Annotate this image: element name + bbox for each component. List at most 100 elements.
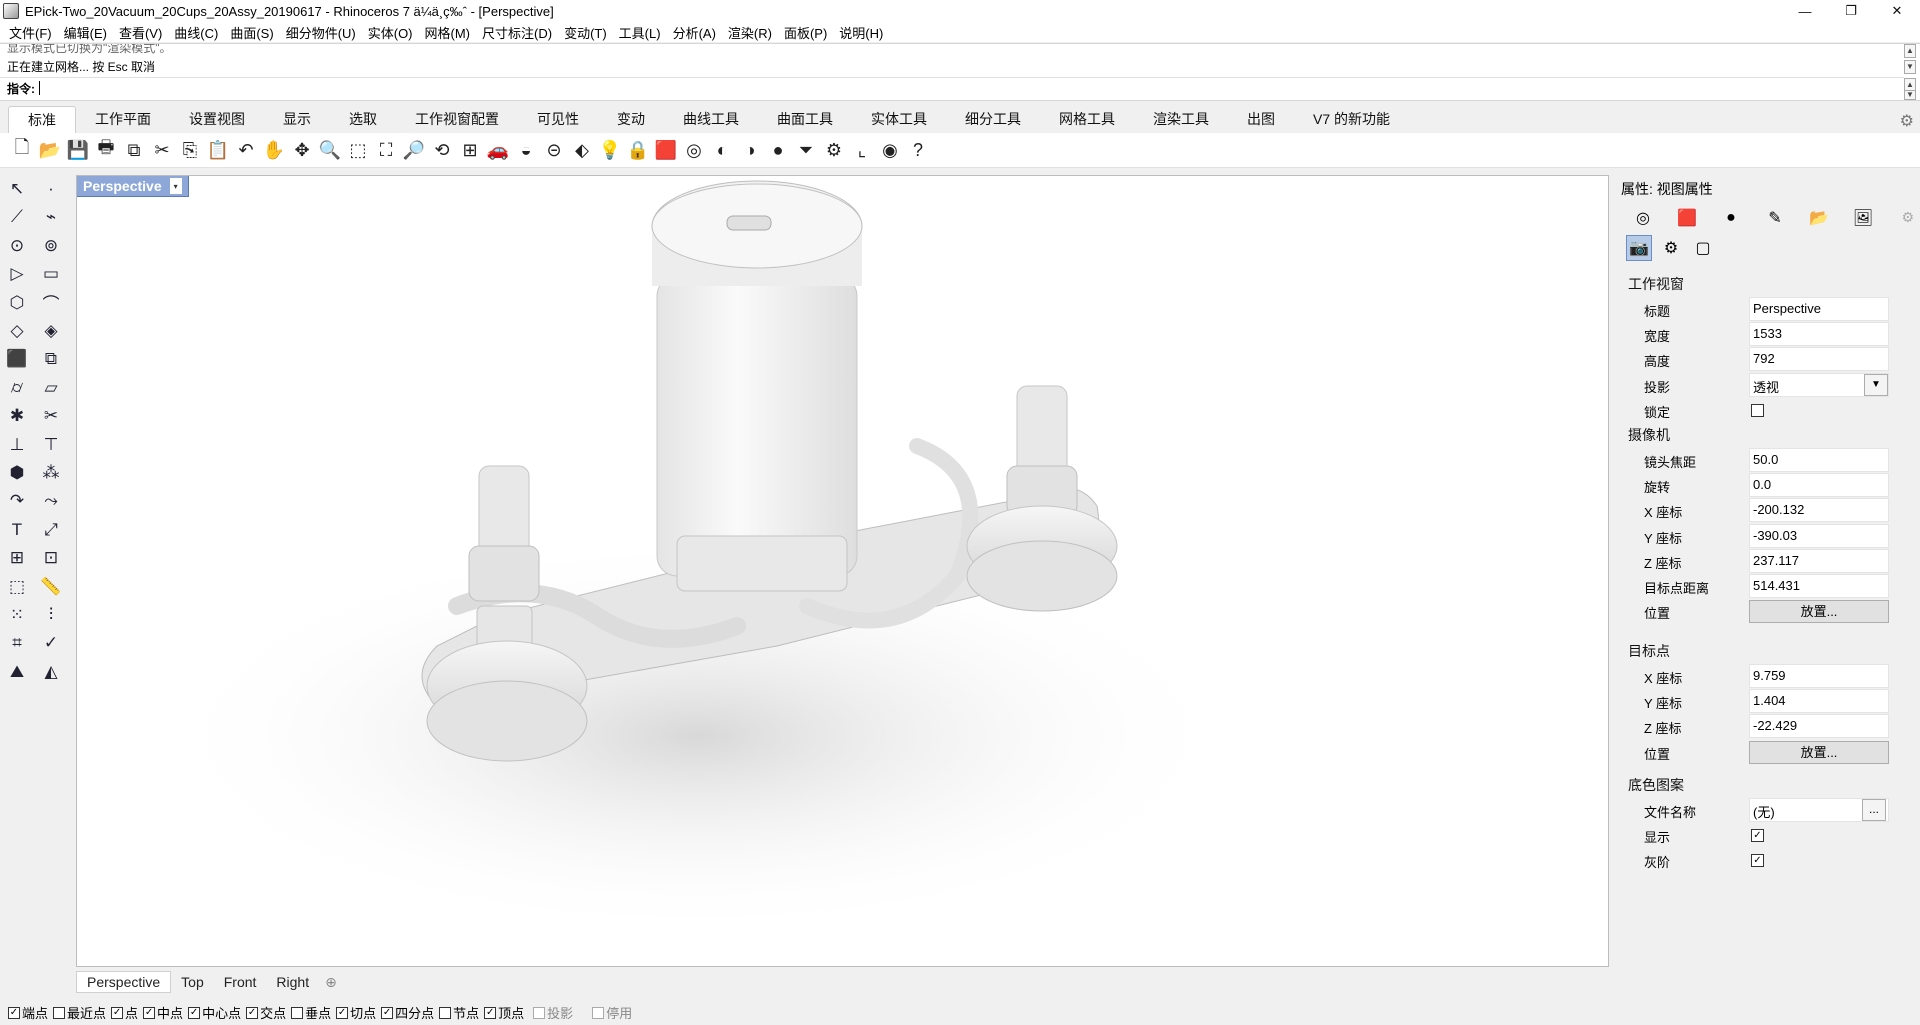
osnap-toggle[interactable]: 垂点 xyxy=(291,1003,331,1022)
explode-icon[interactable]: ✱ xyxy=(4,403,30,429)
material-icon[interactable]: ◐ xyxy=(708,136,736,164)
property-value[interactable]: 792 xyxy=(1749,347,1889,372)
osnap-toggle[interactable]: 最近点 xyxy=(53,1003,106,1022)
color-icon[interactable]: ◎ xyxy=(680,136,708,164)
options-icon[interactable]: ⚙ xyxy=(820,136,848,164)
viewport-tab[interactable]: Front xyxy=(214,972,267,992)
toolbar-tab[interactable]: 标准 xyxy=(8,106,76,133)
zoom-selected-icon[interactable]: 🔎 xyxy=(400,136,428,164)
dropdown-arrow-icon[interactable]: ▼ xyxy=(1864,373,1888,396)
osnap-toggle[interactable]: ✓ 交点 xyxy=(246,1003,286,1022)
menu-item[interactable]: 分析(A) xyxy=(667,23,722,42)
toolbar-tab[interactable]: 工作平面 xyxy=(76,106,170,133)
command-input[interactable] xyxy=(39,81,40,95)
menu-item[interactable]: 说明(H) xyxy=(833,23,889,42)
menu-item[interactable]: 变动(T) xyxy=(558,23,613,42)
undo-view-icon[interactable]: ⟲ xyxy=(428,136,456,164)
copy-icon[interactable]: ⎘ xyxy=(176,136,204,164)
sphere-icon[interactable]: ● xyxy=(764,136,792,164)
polyline-icon[interactable]: ⟋ xyxy=(4,204,30,230)
menu-item[interactable]: 实体(O) xyxy=(362,23,419,42)
menu-item[interactable]: 细分物件(U) xyxy=(280,23,362,42)
zoom-icon[interactable]: 🔍 xyxy=(316,136,344,164)
osnap-checkbox[interactable]: ✓ xyxy=(336,1006,349,1019)
property-value[interactable]: 0.0 xyxy=(1749,473,1889,498)
plane-icon[interactable]: ▱ xyxy=(38,375,64,401)
property-checkbox[interactable]: ✓ xyxy=(1751,854,1764,868)
layer-icon[interactable]: 🟥 xyxy=(652,136,680,164)
car-icon[interactable]: 🚗 xyxy=(484,136,512,164)
osnap-checkbox[interactable]: ✓ xyxy=(246,1006,259,1019)
select-arrow-icon[interactable]: ↖ xyxy=(4,176,30,202)
osnap-checkbox[interactable] xyxy=(53,1006,66,1019)
toolbar-tab[interactable]: 显示 xyxy=(264,106,330,133)
osnap-toggle[interactable]: ✓ 四分点 xyxy=(381,1003,434,1022)
osnap-checkbox[interactable] xyxy=(291,1006,304,1019)
perspective-viewport[interactable]: Perspective ▾ xyxy=(76,175,1609,967)
render-preview-icon[interactable]: ◑ xyxy=(736,136,764,164)
menu-item[interactable]: 渲染(R) xyxy=(722,23,778,42)
osnap-checkbox[interactable] xyxy=(439,1006,452,1019)
pan-icon[interactable]: ✋ xyxy=(260,136,288,164)
split-icon[interactable]: ⊥ xyxy=(4,432,30,458)
place-button[interactable]: 放置... xyxy=(1749,740,1889,764)
osnap-toggle[interactable]: 节点 xyxy=(439,1003,479,1022)
property-checkbox[interactable] xyxy=(1751,403,1764,417)
osnap-checkbox[interactable] xyxy=(592,1006,605,1019)
property-checkbox[interactable]: ✓ xyxy=(1751,829,1764,843)
toolbar-tab[interactable]: 设置视图 xyxy=(170,106,264,133)
trim-icon[interactable]: ✂ xyxy=(38,403,64,429)
property-value[interactable]: 1533 xyxy=(1749,322,1889,347)
property-value[interactable]: 9.759 xyxy=(1749,664,1889,688)
rotate-view-icon[interactable]: ✥ xyxy=(288,136,316,164)
view-props-icon[interactable]: 🖼 xyxy=(1850,205,1876,231)
history-scroll-up[interactable]: ▲ xyxy=(1904,44,1916,58)
grasshopper-icon[interactable]: ◉ xyxy=(876,136,904,164)
ellipse-icon[interactable]: ⊚ xyxy=(38,233,64,259)
open-icon[interactable]: 📂 xyxy=(36,136,64,164)
menu-item[interactable]: 文件(F) xyxy=(3,23,58,42)
paint-icon[interactable]: ◭ xyxy=(38,659,64,685)
zoom-extents-icon[interactable]: ⛶ xyxy=(372,136,400,164)
select-icon[interactable]: ⬖ xyxy=(568,136,596,164)
settings-icon[interactable]: ⚙ xyxy=(1658,235,1684,261)
minimize-button[interactable]: — xyxy=(1782,0,1828,22)
analyze-icon[interactable]: ⌗ xyxy=(4,630,30,656)
command-scroll-down[interactable]: ▼ xyxy=(1904,90,1916,100)
cylinder-icon[interactable]: ⌭ xyxy=(4,375,30,401)
osnap-checkbox[interactable]: ✓ xyxy=(111,1006,124,1019)
viewport-menu-icon[interactable]: ▾ xyxy=(169,178,182,194)
object-props-icon[interactable]: ✎ xyxy=(1762,205,1788,231)
viewport-tab[interactable]: Perspective xyxy=(76,971,172,993)
viewport-tab[interactable]: Right xyxy=(266,972,319,992)
camera-icon[interactable]: 📷 xyxy=(1626,235,1652,261)
osnap-toggle[interactable]: ✓ 中点 xyxy=(143,1003,183,1022)
help-icon[interactable]: ? xyxy=(904,136,932,164)
property-value[interactable]: Perspective xyxy=(1749,297,1889,321)
property-value[interactable]: 514.431 xyxy=(1749,574,1889,598)
close-button[interactable]: ✕ xyxy=(1874,0,1920,22)
viewport-frame-icon[interactable]: ▢ xyxy=(1690,235,1716,261)
property-value[interactable]: -390.03 xyxy=(1749,523,1889,548)
ruler-icon[interactable]: 📏 xyxy=(38,574,64,600)
surface-icon[interactable]: ◇ xyxy=(4,318,30,344)
folder-icon[interactable]: 📂 xyxy=(1806,205,1832,231)
save-icon[interactable]: 💾 xyxy=(64,136,92,164)
toolbar-tab[interactable]: 曲线工具 xyxy=(664,106,758,133)
fillet-icon[interactable]: ⌒ xyxy=(38,290,64,316)
triangle-icon[interactable]: ▷ xyxy=(4,261,30,287)
circle-icon[interactable]: ⊙ xyxy=(4,233,30,259)
toolbar-tab[interactable]: 出图 xyxy=(1228,106,1294,133)
menu-item[interactable]: 曲面(S) xyxy=(224,23,279,42)
add-viewport-tab-icon[interactable]: ⊕ xyxy=(319,974,343,991)
osnap-checkbox[interactable]: ✓ xyxy=(8,1006,20,1019)
material-icon[interactable]: 🟥 xyxy=(1674,205,1700,231)
toolbar-tab[interactable]: 渲染工具 xyxy=(1134,106,1228,133)
block-icon[interactable]: ⊡ xyxy=(38,545,64,571)
menu-item[interactable]: 查看(V) xyxy=(113,23,168,42)
toolbar-tab[interactable]: 曲面工具 xyxy=(758,106,852,133)
toolbar-tab[interactable]: 变动 xyxy=(598,106,664,133)
osnap-checkbox[interactable]: ✓ xyxy=(381,1006,394,1019)
paste-icon[interactable]: 📋 xyxy=(204,136,232,164)
align-icon[interactable]: ⫶ xyxy=(38,602,64,628)
